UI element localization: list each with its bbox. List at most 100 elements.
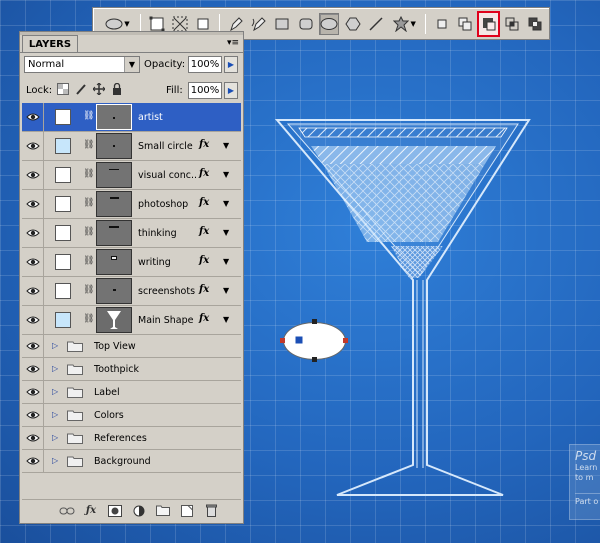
group-row-top-view[interactable]: ▷ Top View	[22, 335, 241, 358]
group-name[interactable]: References	[94, 433, 147, 444]
layer-row-photoshop[interactable]: ⛓ photoshop fx ▼	[22, 190, 241, 219]
visibility-eye-icon[interactable]	[22, 306, 44, 334]
vector-mask-thumbnail[interactable]	[55, 109, 71, 125]
group-row-label[interactable]: ▷ Label	[22, 381, 241, 404]
vector-mask-thumbnail[interactable]	[55, 196, 71, 212]
link-layers-icon[interactable]	[59, 504, 75, 518]
chevron-down-icon[interactable]: ▼	[223, 141, 229, 150]
group-row-references[interactable]: ▷ References	[22, 427, 241, 450]
layer-name[interactable]: thinking	[138, 228, 198, 239]
opacity-slider-arrow-icon[interactable]: ▶	[224, 56, 238, 73]
group-name[interactable]: Label	[94, 387, 120, 398]
expand-triangle-icon[interactable]: ▷	[52, 341, 58, 350]
custom-shape-tool-button[interactable]: ▼	[390, 13, 419, 35]
layer-row-small-circle[interactable]: ⛓ Small circle fx ▼	[22, 132, 241, 161]
delete-layer-icon[interactable]	[203, 504, 219, 518]
vector-mask-thumbnail[interactable]	[55, 138, 71, 154]
visibility-eye-icon[interactable]	[22, 450, 44, 472]
vector-mask-thumbnail[interactable]	[55, 254, 71, 270]
visibility-eye-icon[interactable]	[22, 404, 44, 426]
layer-name[interactable]: screenshots	[138, 286, 198, 297]
layer-name[interactable]: Small circle	[138, 141, 198, 152]
chevron-down-icon[interactable]: ▼	[223, 199, 229, 208]
opacity-input[interactable]: 100%	[188, 56, 222, 73]
group-row-toothpick[interactable]: ▷ Toothpick	[22, 358, 241, 381]
vector-mask-thumbnail[interactable]	[55, 283, 71, 299]
intersect-shape-areas-button[interactable]	[502, 13, 521, 35]
vector-mask-thumbnail[interactable]	[55, 312, 71, 328]
layer-effects-icon[interactable]: fx	[199, 139, 209, 150]
expand-triangle-icon[interactable]: ▷	[52, 387, 58, 396]
group-name[interactable]: Colors	[94, 410, 124, 421]
add-mask-icon[interactable]	[107, 504, 123, 518]
group-row-background[interactable]: ▷ Background	[22, 450, 241, 473]
layer-name[interactable]: writing	[138, 257, 198, 268]
layer-thumbnail[interactable]	[96, 162, 132, 188]
polygon-tool-button[interactable]	[343, 13, 362, 35]
layer-effects-icon[interactable]: fx	[199, 226, 209, 237]
anchor-point[interactable]	[280, 338, 285, 343]
layer-name[interactable]: Main Shape	[138, 315, 198, 326]
layer-name[interactable]: visual conc...	[138, 170, 198, 181]
panel-menu-icon[interactable]: ▾≡	[227, 38, 239, 48]
lock-position-icon[interactable]	[92, 82, 106, 96]
layer-thumbnail[interactable]	[96, 220, 132, 246]
subtract-from-shape-area-button[interactable]	[476, 10, 501, 37]
layer-effects-icon[interactable]: fx	[199, 313, 209, 324]
layer-thumbnail[interactable]	[96, 133, 132, 159]
lock-all-icon[interactable]	[110, 82, 124, 96]
new-layer-icon[interactable]	[179, 504, 195, 518]
vector-mask-thumbnail[interactable]	[55, 167, 71, 183]
visibility-eye-icon[interactable]	[22, 277, 44, 305]
layer-effects-icon[interactable]: fx	[199, 168, 209, 179]
group-name[interactable]: Toothpick	[94, 364, 139, 375]
visibility-eye-icon[interactable]	[22, 190, 44, 218]
visibility-eye-icon[interactable]	[22, 219, 44, 247]
layer-row-thinking[interactable]: ⛓ thinking fx ▼	[22, 219, 241, 248]
layer-row-visual-concept[interactable]: ⛓ visual conc... fx ▼	[22, 161, 241, 190]
layer-name[interactable]: artist	[138, 112, 198, 123]
layer-row-screenshots[interactable]: ⛓ screenshots fx ▼	[22, 277, 241, 306]
expand-triangle-icon[interactable]: ▷	[52, 364, 58, 373]
layer-thumbnail[interactable]	[96, 249, 132, 275]
fill-slider-arrow-icon[interactable]: ▶	[224, 82, 238, 99]
anchor-point[interactable]	[312, 319, 317, 324]
group-name[interactable]: Top View	[94, 341, 136, 352]
layer-row-main-shape[interactable]: ⛓ Main Shape fx ▼	[22, 306, 241, 335]
layer-thumbnail[interactable]	[96, 278, 132, 304]
visibility-eye-icon[interactable]	[22, 132, 44, 160]
chevron-down-icon[interactable]: ▼	[223, 170, 229, 179]
layer-effects-icon[interactable]: fx	[199, 197, 209, 208]
visibility-eye-icon[interactable]	[22, 248, 44, 276]
anchor-point[interactable]	[312, 357, 317, 362]
chevron-down-icon[interactable]: ▼	[223, 257, 229, 266]
lock-image-pixels-icon[interactable]	[74, 82, 88, 96]
expand-triangle-icon[interactable]: ▷	[52, 456, 58, 465]
layer-name[interactable]: photoshop	[138, 199, 198, 210]
visibility-eye-icon[interactable]	[22, 161, 44, 189]
group-name[interactable]: Background	[94, 456, 151, 467]
anchor-point[interactable]	[343, 338, 348, 343]
selected-ellipse-shape[interactable]	[283, 322, 346, 360]
new-group-icon[interactable]	[155, 504, 171, 518]
adjustment-layer-icon[interactable]	[131, 504, 147, 518]
layer-effects-icon[interactable]: fx	[199, 284, 209, 295]
ellipse-tool-button[interactable]	[319, 12, 340, 35]
create-new-shape-button[interactable]	[432, 13, 451, 35]
tab-layers[interactable]: LAYERS	[22, 35, 78, 53]
line-tool-button[interactable]	[367, 13, 386, 35]
rounded-rectangle-tool-button[interactable]	[296, 13, 315, 35]
chevron-down-icon[interactable]: ▼	[223, 228, 229, 237]
add-layer-style-icon[interactable]: ƒx	[83, 504, 99, 518]
lock-transparent-pixels-icon[interactable]	[56, 82, 70, 96]
visibility-eye-icon[interactable]	[22, 358, 44, 380]
visibility-eye-icon[interactable]	[22, 427, 44, 449]
group-row-colors[interactable]: ▷ Colors	[22, 404, 241, 427]
expand-triangle-icon[interactable]: ▷	[52, 410, 58, 419]
layer-thumbnail[interactable]	[96, 307, 132, 333]
exclude-overlapping-shape-areas-button[interactable]	[526, 13, 545, 35]
layer-row-writing[interactable]: ⛓ writing fx ▼	[22, 248, 241, 277]
expand-triangle-icon[interactable]: ▷	[52, 433, 58, 442]
chevron-down-icon[interactable]: ▼	[223, 315, 229, 324]
visibility-eye-icon[interactable]	[22, 103, 44, 131]
